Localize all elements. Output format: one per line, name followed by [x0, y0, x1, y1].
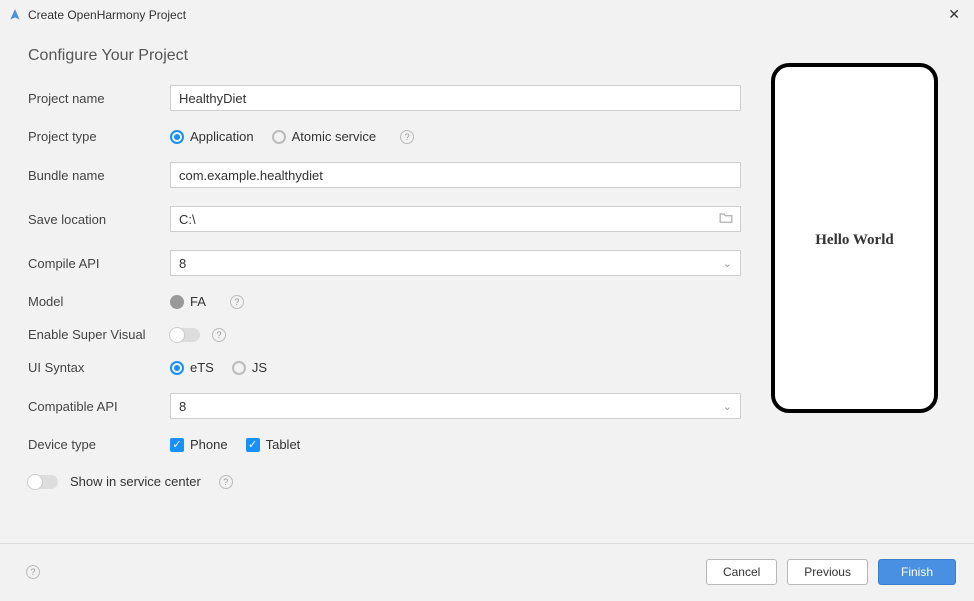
- device-type-label: Device type: [28, 437, 170, 452]
- radio-label: JS: [252, 360, 267, 375]
- folder-icon[interactable]: [719, 212, 733, 227]
- help-icon[interactable]: ?: [26, 565, 40, 579]
- project-type-application-radio[interactable]: Application: [170, 129, 254, 144]
- radio-label: Application: [190, 129, 254, 144]
- device-type-tablet-checkbox[interactable]: Tablet: [246, 437, 301, 452]
- phone-preview-frame: Hello World: [771, 63, 938, 413]
- phone-preview-text: Hello World: [815, 232, 893, 249]
- model-label: Model: [28, 294, 170, 309]
- chevron-down-icon: ⌄: [723, 400, 732, 413]
- content-area: Configure Your Project Project name Proj…: [0, 29, 974, 543]
- device-type-phone-checkbox[interactable]: Phone: [170, 437, 228, 452]
- radio-label: Atomic service: [292, 129, 377, 144]
- close-icon[interactable]: ✕: [944, 6, 964, 23]
- ui-syntax-js-radio[interactable]: JS: [232, 360, 267, 375]
- compatible-api-select[interactable]: 8 ⌄: [170, 393, 741, 419]
- finish-button[interactable]: Finish: [878, 559, 956, 585]
- ui-syntax-label: UI Syntax: [28, 360, 170, 375]
- compatible-api-label: Compatible API: [28, 399, 170, 414]
- window-title: Create OpenHarmony Project: [28, 8, 944, 22]
- select-value: 8: [179, 256, 186, 271]
- form-area: Configure Your Project Project name Proj…: [28, 47, 741, 535]
- help-icon[interactable]: ?: [219, 475, 233, 489]
- checkbox-label: Tablet: [266, 437, 301, 452]
- enable-super-visual-label: Enable Super Visual: [28, 327, 170, 342]
- radio-unselected-icon: [232, 361, 246, 375]
- project-type-atomic-service-radio[interactable]: Atomic service: [272, 129, 377, 144]
- titlebar: Create OpenHarmony Project ✕: [0, 0, 974, 29]
- model-fa-radio[interactable]: FA: [170, 294, 206, 309]
- chevron-down-icon: ⌄: [723, 257, 732, 270]
- show-in-service-center-toggle[interactable]: [28, 475, 58, 489]
- help-icon[interactable]: ?: [212, 328, 226, 342]
- radio-label: eTS: [190, 360, 214, 375]
- bundle-name-input[interactable]: [170, 162, 741, 188]
- checkbox-checked-icon: [170, 438, 184, 452]
- select-value: 8: [179, 399, 186, 414]
- project-name-input[interactable]: [170, 85, 741, 111]
- show-in-service-center-label: Show in service center: [70, 474, 201, 489]
- checkbox-checked-icon: [246, 438, 260, 452]
- save-location-input[interactable]: [170, 206, 741, 232]
- compile-api-label: Compile API: [28, 256, 170, 271]
- save-location-label: Save location: [28, 212, 170, 227]
- help-icon[interactable]: ?: [230, 295, 244, 309]
- previous-button[interactable]: Previous: [787, 559, 868, 585]
- app-logo-icon: [8, 8, 22, 22]
- help-icon[interactable]: ?: [400, 130, 414, 144]
- enable-super-visual-toggle[interactable]: [170, 328, 200, 342]
- cancel-button[interactable]: Cancel: [706, 559, 777, 585]
- bundle-name-label: Bundle name: [28, 168, 170, 183]
- project-name-label: Project name: [28, 91, 170, 106]
- radio-unselected-icon: [272, 130, 286, 144]
- project-type-label: Project type: [28, 129, 170, 144]
- radio-selected-icon: [170, 361, 184, 375]
- page-title: Configure Your Project: [28, 47, 741, 65]
- footer: ? Cancel Previous Finish: [0, 543, 974, 599]
- radio-selected-icon: [170, 130, 184, 144]
- preview-area: Hello World: [771, 47, 946, 535]
- compile-api-select[interactable]: 8 ⌄: [170, 250, 741, 276]
- ui-syntax-ets-radio[interactable]: eTS: [170, 360, 214, 375]
- radio-label: FA: [190, 294, 206, 309]
- checkbox-label: Phone: [190, 437, 228, 452]
- radio-filled-icon: [170, 295, 184, 309]
